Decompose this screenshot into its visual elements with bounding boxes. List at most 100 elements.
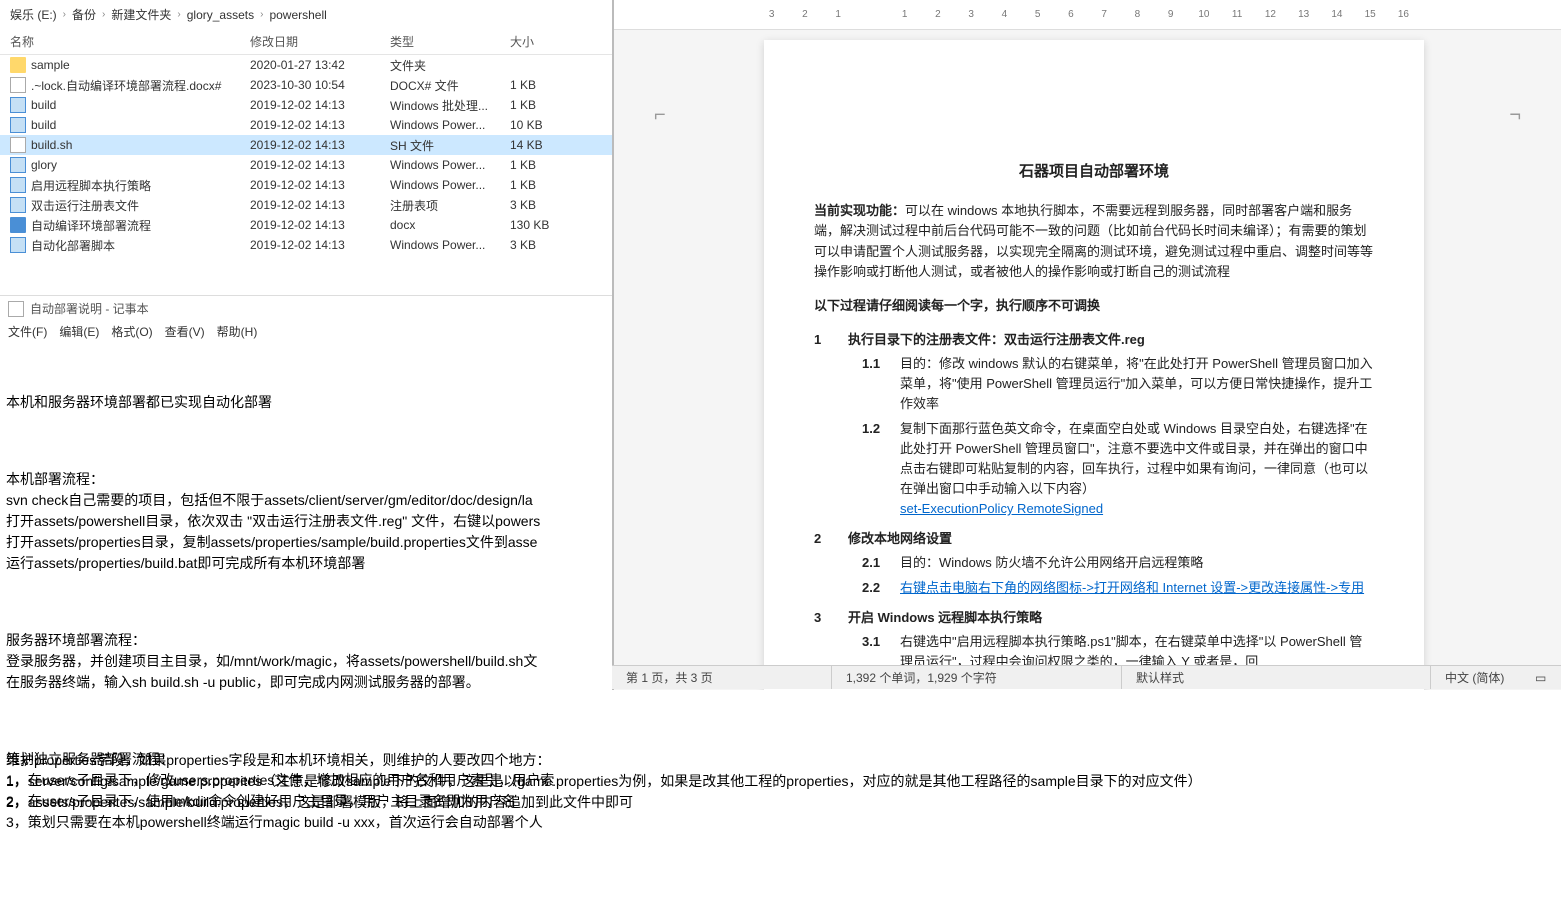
file-row[interactable]: .~lock.自动编译环境部署流程.docx#2023-10-30 10:54D… bbox=[0, 75, 612, 95]
doc-intro: 当前实现功能：可以在 windows 本地执行脚本，不需要远程到服务器，同时部署… bbox=[814, 201, 1374, 282]
doc-sub-num: 2.1 bbox=[862, 553, 888, 573]
breadcrumb-seg[interactable]: powershell bbox=[269, 8, 326, 22]
menu-help[interactable]: 帮助(H) bbox=[217, 323, 258, 340]
ruler-mark: 1 bbox=[897, 9, 912, 20]
doc-sub-body: 复制下面那行蓝色英文命令，在桌面空白处或 Windows 目录空白处，右键选择"… bbox=[900, 419, 1374, 520]
file-explorer: 娱乐 (E:)› 备份› 新建文件夹› glory_assets› powers… bbox=[0, 0, 612, 290]
doc-title: 石器项目自动部署环境 bbox=[814, 160, 1374, 183]
doc-sub-item: 1.2 复制下面那行蓝色英文命令，在桌面空白处或 Windows 目录空白处，右键… bbox=[862, 419, 1374, 520]
status-bar: 第 1 页，共 3 页 1,392 个单词，1,929 个字符 默认样式 中文 … bbox=[612, 665, 1561, 689]
notepad-content[interactable]: 本机和服务器环境部署都已实现自动化部署 本机部署流程： svn check自己需… bbox=[0, 342, 612, 897]
doc-item: 2修改本地网络设置2.1目的：Windows 防火墙不允许公用网络开启远程策略2… bbox=[814, 529, 1374, 601]
file-row[interactable]: 启用远程脚本执行策略2019-12-02 14:13Windows Power.… bbox=[0, 175, 612, 195]
ruler-mark: 12 bbox=[1263, 9, 1278, 20]
file-date: 2019-12-02 14:13 bbox=[250, 238, 390, 252]
breadcrumb-seg[interactable]: 娱乐 (E:) bbox=[10, 6, 57, 23]
file-row[interactable]: build2019-12-02 14:13Windows 批处理...1 KB bbox=[0, 95, 612, 115]
file-row[interactable]: build.sh2019-12-02 14:13SH 文件14 KB bbox=[0, 135, 612, 155]
file-type: Windows Power... bbox=[390, 178, 510, 192]
file-name: 双击运行注册表文件 bbox=[31, 197, 139, 214]
menu-view[interactable]: 查看(V) bbox=[165, 323, 205, 340]
ruler-mark: 14 bbox=[1329, 9, 1344, 20]
col-header-name[interactable]: 名称 bbox=[0, 33, 250, 50]
document-page: ⌐ ¬ 石器项目自动部署环境 当前实现功能：可以在 windows 本地执行脚本… bbox=[764, 40, 1424, 690]
menu-file[interactable]: 文件(F) bbox=[8, 323, 47, 340]
file-date: 2019-12-02 14:13 bbox=[250, 118, 390, 132]
file-date: 2019-12-02 14:13 bbox=[250, 178, 390, 192]
ruler[interactable]: 32112345678910111213141516 bbox=[614, 0, 1561, 30]
file-size: 130 KB bbox=[510, 218, 590, 232]
document-scroll[interactable]: ⌐ ¬ 石器项目自动部署环境 当前实现功能：可以在 windows 本地执行脚本… bbox=[614, 30, 1561, 690]
ruler-mark: 11 bbox=[1230, 9, 1245, 20]
file-type: DOCX# 文件 bbox=[390, 77, 510, 94]
menu-format[interactable]: 格式(O) bbox=[111, 323, 152, 340]
status-words[interactable]: 1,392 个单词，1,929 个字符 bbox=[832, 666, 1122, 689]
col-header-date[interactable]: 修改日期 bbox=[250, 33, 390, 50]
doc-sub-body: 右键点击电脑右下角的网络图标->打开网络和 Internet 设置->更改连接属… bbox=[900, 578, 1374, 598]
file-row[interactable]: build2019-12-02 14:13Windows Power...10 … bbox=[0, 115, 612, 135]
ruler-mark: 10 bbox=[1196, 9, 1211, 20]
file-name: build.sh bbox=[31, 138, 72, 152]
doc-item-num: 2 bbox=[814, 529, 834, 601]
status-lang[interactable]: 中文 (简体) bbox=[1431, 666, 1521, 689]
file-row[interactable]: 双击运行注册表文件2019-12-02 14:13注册表项3 KB bbox=[0, 195, 612, 215]
breadcrumb-seg[interactable]: 备份 bbox=[72, 6, 96, 23]
script-icon bbox=[10, 197, 26, 213]
file-date: 2023-10-30 10:54 bbox=[250, 78, 390, 92]
script-icon bbox=[10, 177, 26, 193]
ruler-mark: 15 bbox=[1363, 9, 1378, 20]
file-list: sample2020-01-27 13:42文件夹.~lock.自动编译环境部署… bbox=[0, 55, 612, 255]
file-row[interactable]: sample2020-01-27 13:42文件夹 bbox=[0, 55, 612, 75]
ruler-mark: 16 bbox=[1396, 9, 1411, 20]
breadcrumb-seg[interactable]: glory_assets bbox=[187, 8, 254, 22]
file-size: 1 KB bbox=[510, 158, 590, 172]
file-size: 14 KB bbox=[510, 138, 590, 152]
col-header-size[interactable]: 大小 bbox=[510, 33, 590, 50]
file-name: build bbox=[31, 118, 56, 132]
doc-item-title: 执行目录下的注册表文件：双击运行注册表文件.reg bbox=[848, 330, 1374, 350]
chevron-right-icon: › bbox=[63, 9, 66, 20]
bottom-overflow-text: 维护properties字段，如果properties字段是和本机环境相关，则维… bbox=[0, 750, 1208, 813]
doc-sub-text: 目的：修改 windows 默认的右键菜单，将"在此处打开 PowerShell… bbox=[900, 356, 1373, 411]
doc-intro-label: 当前实现功能： bbox=[814, 203, 905, 218]
script-icon bbox=[10, 97, 26, 113]
file-size: 1 KB bbox=[510, 178, 590, 192]
status-page[interactable]: 第 1 页，共 3 页 bbox=[612, 666, 832, 689]
doc-item-num: 1 bbox=[814, 330, 834, 523]
file-size: 3 KB bbox=[510, 198, 590, 212]
file-row[interactable]: 自动化部署脚本2019-12-02 14:13Windows Power...3… bbox=[0, 235, 612, 255]
doc-sub-item: 1.1目的：修改 windows 默认的右键菜单，将"在此处打开 PowerSh… bbox=[862, 354, 1374, 414]
notepad-para: 本机部署流程： svn check自己需要的项目，包括但不限于assets/cl… bbox=[6, 469, 606, 574]
ruler-mark: 4 bbox=[997, 9, 1012, 20]
doc-item-body: 执行目录下的注册表文件：双击运行注册表文件.reg 1.1目的：修改 window… bbox=[848, 330, 1374, 523]
breadcrumb-seg[interactable]: 新建文件夹 bbox=[111, 6, 171, 23]
status-book-icon[interactable]: ▭ bbox=[1521, 666, 1561, 689]
ruler-mark: 3 bbox=[764, 9, 779, 20]
file-type: Windows Power... bbox=[390, 238, 510, 252]
status-style[interactable]: 默认样式 bbox=[1122, 666, 1431, 689]
doc-link[interactable]: 右键点击电脑右下角的网络图标->打开网络和 Internet 设置->更改连接属… bbox=[900, 580, 1364, 595]
doc-ordered-list: 1 执行目录下的注册表文件：双击运行注册表文件.reg 1.1目的：修改 windo… bbox=[814, 330, 1374, 676]
folder-icon bbox=[10, 57, 26, 73]
file-date: 2019-12-02 14:13 bbox=[250, 138, 390, 152]
file-row[interactable]: glory2019-12-02 14:13Windows Power...1 K… bbox=[0, 155, 612, 175]
notepad-title-text: 自动部署说明 - 记事本 bbox=[30, 300, 149, 317]
file-type: 注册表项 bbox=[390, 197, 510, 214]
notepad-menubar: 文件(F) 编辑(E) 格式(O) 查看(V) 帮助(H) bbox=[0, 321, 612, 342]
ruler-mark: 6 bbox=[1063, 9, 1078, 20]
file-name: 自动编译环境部署流程 bbox=[31, 217, 151, 234]
bottom-line: 1，server/config/sample/game.properites（注… bbox=[6, 771, 1202, 792]
notepad-para: 本机和服务器环境部署都已实现自动化部署 bbox=[6, 392, 606, 413]
menu-edit[interactable]: 编辑(E) bbox=[59, 323, 99, 340]
file-row[interactable]: 自动编译环境部署流程2019-12-02 14:13docx130 KB bbox=[0, 215, 612, 235]
doc-sub-item: 2.2右键点击电脑右下角的网络图标->打开网络和 Internet 设置->更改… bbox=[862, 578, 1374, 598]
ruler-mark: 5 bbox=[1030, 9, 1045, 20]
breadcrumb[interactable]: 娱乐 (E:)› 备份› 新建文件夹› glory_assets› powers… bbox=[0, 0, 612, 29]
doc-sub-num: 1.2 bbox=[862, 419, 888, 520]
col-header-type[interactable]: 类型 bbox=[390, 33, 510, 50]
notepad-para: 服务器环境部署流程： 登录服务器，并创建项目主目录，如/mnt/work/mag… bbox=[6, 630, 606, 693]
ruler-mark: 9 bbox=[1163, 9, 1178, 20]
doc-link[interactable]: set-ExecutionPolicy RemoteSigned bbox=[900, 501, 1103, 516]
chevron-right-icon: › bbox=[260, 9, 263, 20]
doc-item: 1 执行目录下的注册表文件：双击运行注册表文件.reg 1.1目的：修改 windo… bbox=[814, 330, 1374, 523]
